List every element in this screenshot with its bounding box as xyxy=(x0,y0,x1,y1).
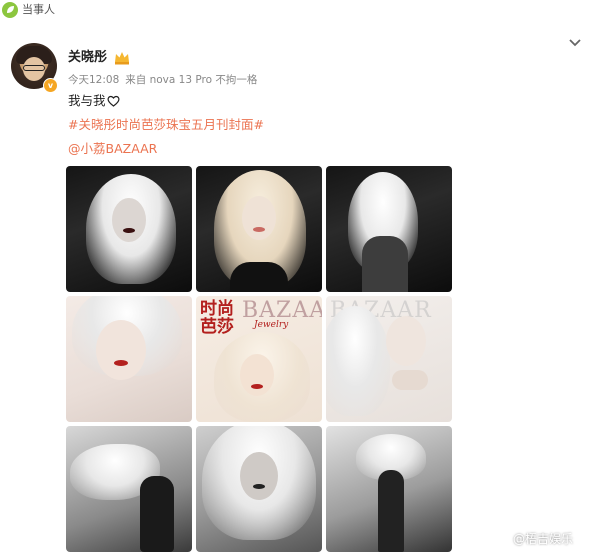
post-text-content: 我与我 xyxy=(68,93,106,108)
post-text: 我与我 xyxy=(68,93,120,109)
watermark-icon xyxy=(498,533,510,545)
photo-3[interactable] xyxy=(326,166,452,292)
watermark-text: @梧吉娱乐 xyxy=(513,532,574,546)
verified-badge-icon: v xyxy=(43,78,58,93)
photo-9[interactable] xyxy=(326,426,452,552)
photo-4[interactable] xyxy=(66,296,192,422)
leaf-icon xyxy=(2,2,18,18)
hashtag-link[interactable]: #关晓彤时尚芭莎珠宝五月刊封面# xyxy=(68,117,264,133)
cover-jewelry-text: Jewelry xyxy=(254,320,289,330)
mention-link[interactable]: @小荔BAZAAR xyxy=(68,141,157,157)
photo-2[interactable] xyxy=(196,166,322,292)
author-name[interactable]: 关晓彤 xyxy=(68,50,107,66)
photo-7[interactable] xyxy=(66,426,192,552)
photo-1[interactable] xyxy=(66,166,192,292)
context-label: 当事人 xyxy=(22,3,55,16)
post-meta: 今天12:08 来自 nova 13 Pro 不拘一格 xyxy=(68,73,263,87)
cover-title-text: 时尚芭莎 xyxy=(200,299,234,337)
post-time: 今天12:08 xyxy=(68,74,120,86)
post-source[interactable]: 来自 nova 13 Pro 不拘一格 xyxy=(125,74,257,86)
photo-6[interactable]: BAZAAR xyxy=(326,296,452,422)
chevron-down-icon[interactable] xyxy=(568,38,582,48)
photo-8[interactable] xyxy=(196,426,322,552)
watermark: @梧吉娱乐 xyxy=(498,531,573,547)
top-bar: 当事人 xyxy=(0,0,600,20)
photo-5-cover[interactable]: BAZAAR 时尚芭莎 Jewelry xyxy=(196,296,322,422)
crown-icon xyxy=(115,52,129,65)
heart-icon xyxy=(107,95,120,107)
